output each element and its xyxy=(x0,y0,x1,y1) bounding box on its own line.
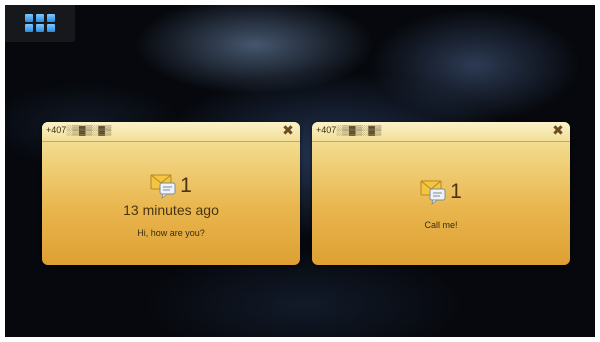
sender-number: +407░▒▓▒░▓▒ xyxy=(46,125,112,135)
home-screen: +407░▒▓▒░▓▒ ✖ 1 13 minutes ago Hi, how a… xyxy=(5,5,595,337)
sms-envelope-icon xyxy=(150,174,176,199)
close-icon[interactable]: ✖ xyxy=(281,124,295,138)
close-icon[interactable]: ✖ xyxy=(551,124,565,138)
message-text: Hi, how are you? xyxy=(137,228,205,238)
notification-header: +407░▒▓▒░▓▒ ✖ xyxy=(312,122,570,142)
message-count-row: 1 xyxy=(312,179,570,205)
app-launcher-button[interactable] xyxy=(5,5,75,42)
message-count-row: 1 xyxy=(42,173,300,199)
notification-card[interactable]: +407░▒▓▒░▓▒ ✖ 1 Call me! xyxy=(312,122,570,265)
message-count: 1 xyxy=(450,180,462,203)
app-grid-icon xyxy=(25,14,55,32)
notification-card[interactable]: +407░▒▓▒░▓▒ ✖ 1 13 minutes ago Hi, how a… xyxy=(42,122,300,265)
notification-header: +407░▒▓▒░▓▒ ✖ xyxy=(42,122,300,142)
sms-envelope-icon xyxy=(420,180,446,205)
message-count: 1 xyxy=(180,174,192,197)
message-time: 13 minutes ago xyxy=(123,202,219,218)
sender-number: +407░▒▓▒░▓▒ xyxy=(316,125,382,135)
message-text: Call me! xyxy=(424,220,458,230)
